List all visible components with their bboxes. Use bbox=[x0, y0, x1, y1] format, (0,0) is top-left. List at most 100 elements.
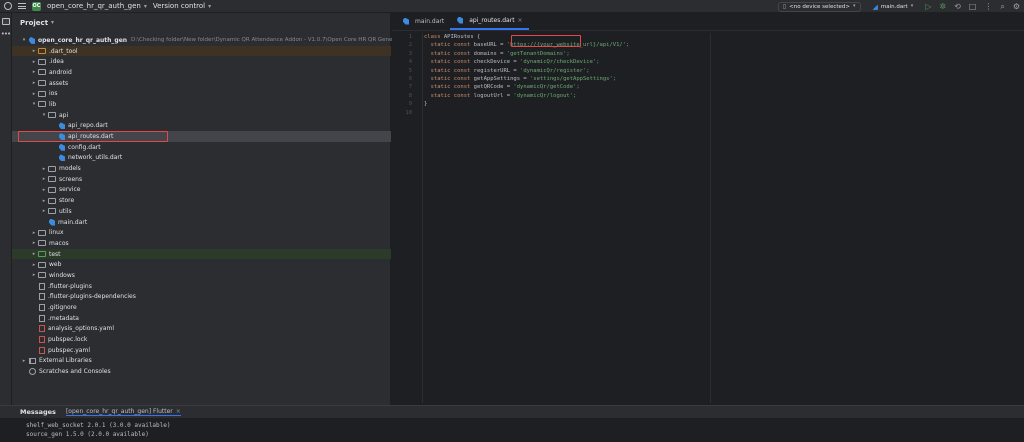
run-config-selector[interactable]: ◢ main.dart ▾ bbox=[869, 2, 918, 12]
tree-item[interactable]: ▾ api bbox=[12, 110, 391, 121]
chevron-right-icon[interactable]: ▸ bbox=[30, 48, 38, 54]
project-tool-icon[interactable] bbox=[1, 18, 10, 25]
tree-item[interactable]: ▸ android bbox=[12, 67, 391, 78]
chevron-down-icon[interactable]: ▾ bbox=[20, 37, 28, 43]
line-number: 1 bbox=[408, 34, 412, 40]
tree-item[interactable]: ▸ linux bbox=[12, 227, 391, 238]
tree-item[interactable]: ▸ web bbox=[12, 259, 391, 270]
chevron-right-icon[interactable]: ▸ bbox=[30, 59, 38, 65]
tree-item-label: ios bbox=[49, 90, 58, 98]
chevron-down-icon[interactable]: ▾ bbox=[40, 112, 48, 118]
tree-item[interactable]: pubspec.yaml bbox=[12, 345, 391, 356]
tree-item[interactable]: ▸ models bbox=[12, 163, 391, 174]
code-line[interactable]: } bbox=[424, 100, 629, 108]
tree-item[interactable]: config.dart bbox=[12, 142, 391, 153]
tree-item[interactable]: ▸ service bbox=[12, 185, 391, 196]
tree-item[interactable]: ▾ open_core_hr_qr_auth_gen D:\Checking fol… bbox=[12, 35, 406, 46]
tree-item[interactable]: ▸ External Libraries bbox=[12, 356, 391, 367]
tree-item[interactable]: ▸ ios bbox=[12, 88, 391, 99]
tree-item[interactable]: .flutter-plugins-dependencies bbox=[12, 292, 391, 303]
tree-item[interactable]: pubspec.lock bbox=[12, 334, 391, 345]
tree-item[interactable]: .flutter-plugins bbox=[12, 281, 391, 292]
tree-item[interactable]: ▸ macos bbox=[12, 238, 391, 249]
ide-logo-icon[interactable] bbox=[4, 2, 12, 10]
line-number: 6 bbox=[408, 75, 412, 82]
tree-item[interactable]: main.dart bbox=[12, 217, 391, 228]
tree-item-label: config.dart bbox=[68, 143, 101, 151]
chevron-right-icon[interactable]: ▸ bbox=[20, 358, 28, 364]
chevron-right-icon[interactable]: ▸ bbox=[30, 91, 38, 97]
tree-item-label: utils bbox=[59, 207, 72, 215]
messages-tab[interactable]: [open_core_hr_qr_auth_gen] Flutter × bbox=[65, 408, 181, 416]
message-line: shelf_web_socket 2.0.1 (3.0.0 available) bbox=[26, 422, 171, 429]
tree-item[interactable]: ▸ windows bbox=[12, 270, 391, 281]
more-tools-icon[interactable]: ••• bbox=[1, 31, 11, 38]
code-line[interactable]: static const getQRCode = 'dynamicQr/getC… bbox=[424, 83, 629, 91]
code-string: 'settings/getAppSettings'; bbox=[529, 75, 617, 82]
tree-item[interactable]: network_utils.dart bbox=[12, 153, 391, 164]
chevron-right-icon[interactable]: ▸ bbox=[30, 262, 38, 268]
chevron-down-icon[interactable]: ▾ bbox=[30, 101, 38, 107]
project-panel-header[interactable]: Project ▾ bbox=[12, 13, 390, 32]
tree-item-label: .idea bbox=[49, 58, 64, 66]
main-menu-icon[interactable] bbox=[18, 3, 26, 9]
chevron-right-icon[interactable]: ▸ bbox=[40, 198, 48, 204]
tree-item-label: analysis_options.yaml bbox=[48, 325, 115, 333]
tree-item[interactable]: api_repo.dart bbox=[12, 121, 391, 132]
tree-item[interactable]: ▸ .dart_tool bbox=[12, 45, 391, 57]
chevron-down-icon[interactable]: ▾ bbox=[51, 19, 54, 26]
tree-item[interactable]: ▸ store bbox=[12, 195, 391, 206]
chevron-right-icon[interactable]: ▸ bbox=[30, 80, 38, 86]
code-line[interactable]: static const logoutUrl = 'dynamicQr/logo… bbox=[424, 92, 629, 100]
tree-item[interactable]: ▸ test bbox=[12, 248, 391, 260]
debug-icon[interactable]: ✲ bbox=[939, 2, 946, 11]
chevron-right-icon[interactable]: ▸ bbox=[40, 176, 48, 182]
run-icon[interactable]: ▷ bbox=[925, 2, 931, 11]
tree-item[interactable]: ▸ utils bbox=[12, 206, 391, 217]
dart-file-icon bbox=[29, 36, 35, 44]
code-line[interactable] bbox=[424, 109, 629, 117]
file-icon bbox=[39, 293, 45, 301]
tree-item[interactable]: ▸ assets bbox=[12, 78, 391, 89]
tree-item[interactable]: Scratches and Consoles bbox=[12, 366, 391, 377]
device-selector[interactable]: ▯ <no device selected> ▾ bbox=[777, 1, 861, 12]
tree-item[interactable]: analysis_options.yaml bbox=[12, 324, 391, 335]
tree-item[interactable]: ▾ lib bbox=[12, 99, 391, 110]
file-icon bbox=[39, 282, 45, 290]
editor-tab[interactable]: api_routes.dart × bbox=[450, 12, 529, 30]
chevron-right-icon[interactable]: ▸ bbox=[30, 251, 38, 257]
chevron-right-icon[interactable]: ▸ bbox=[30, 272, 38, 278]
version-control-menu[interactable]: Version control bbox=[153, 2, 205, 10]
tree-item[interactable]: .gitignore bbox=[12, 302, 391, 313]
stop-icon[interactable]: □ bbox=[969, 2, 977, 11]
close-icon[interactable]: × bbox=[176, 408, 181, 415]
tree-item[interactable]: .metadata bbox=[12, 313, 391, 324]
chevron-down-icon[interactable]: ▾ bbox=[208, 3, 211, 10]
chevron-down-icon[interactable]: ▾ bbox=[144, 3, 147, 10]
project-badge[interactable]: OC bbox=[32, 1, 41, 11]
attach-icon[interactable]: ⟲ bbox=[954, 2, 961, 11]
more-actions-icon[interactable]: ⋮ bbox=[984, 2, 992, 11]
editor-tab[interactable]: main.dart bbox=[396, 12, 450, 30]
code-line[interactable]: static const checkDevice = 'dynamicQr/ch… bbox=[424, 58, 629, 66]
project-name[interactable]: open_core_hr_qr_auth_gen bbox=[47, 2, 141, 10]
file-icon bbox=[39, 304, 45, 312]
search-icon[interactable]: ⌕ bbox=[1000, 2, 1004, 11]
code-line[interactable]: static const domains = 'getTenantDomains… bbox=[424, 50, 629, 58]
tree-item[interactable]: ▸ screens bbox=[12, 174, 391, 185]
code-line[interactable]: static const getAppSettings = 'settings/… bbox=[424, 75, 629, 83]
settings-icon[interactable]: ⚙ bbox=[1013, 2, 1020, 11]
dart-file-icon bbox=[59, 122, 65, 130]
chevron-right-icon[interactable]: ▸ bbox=[40, 166, 48, 172]
chevron-right-icon[interactable]: ▸ bbox=[40, 187, 48, 193]
chevron-right-icon[interactable]: ▸ bbox=[40, 208, 48, 214]
chevron-right-icon[interactable]: ▸ bbox=[30, 240, 38, 246]
close-icon[interactable]: × bbox=[518, 17, 523, 24]
dart-file-icon bbox=[59, 143, 65, 151]
tree-item[interactable]: ▸ .idea bbox=[12, 56, 391, 67]
code-line[interactable]: static const registerURL = 'dynamicQr/re… bbox=[424, 67, 629, 75]
tree-item[interactable]: api_routes.dart bbox=[12, 131, 391, 143]
yaml-file-icon bbox=[39, 336, 45, 344]
chevron-right-icon[interactable]: ▸ bbox=[30, 69, 38, 75]
chevron-right-icon[interactable]: ▸ bbox=[30, 230, 38, 236]
